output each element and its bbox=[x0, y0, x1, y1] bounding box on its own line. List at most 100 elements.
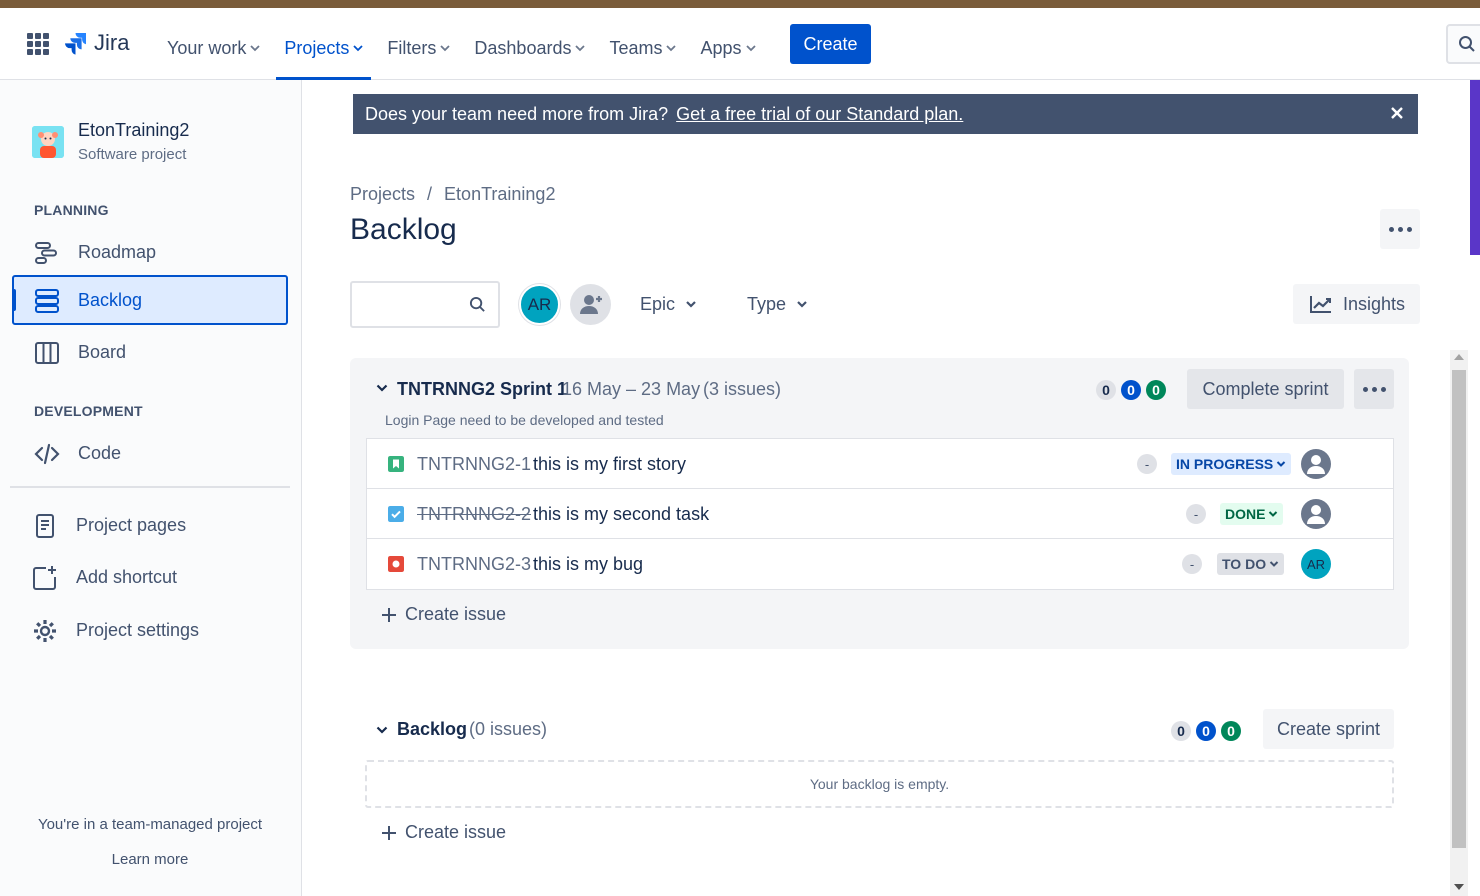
done-count-badge: 0 bbox=[1221, 721, 1241, 741]
issue-row[interactable]: TNTRNNG2-3 this is my bug - TO DO AR bbox=[367, 539, 1393, 589]
backlog-scrollbar-thumb[interactable] bbox=[1452, 370, 1466, 848]
status-label: TO DO bbox=[1222, 556, 1267, 572]
empty-backlog-dropzone: Your backlog is empty. bbox=[365, 760, 1394, 808]
issue-row[interactable]: TNTRNNG2-2 this is my second task - DONE bbox=[367, 489, 1393, 539]
backlog-issue-count: (0 issues) bbox=[469, 719, 548, 739]
sidebar-item-board[interactable]: Board bbox=[12, 327, 288, 377]
sidebar-item-label: Backlog bbox=[78, 289, 143, 310]
issue-key[interactable]: TNTRNNG2-3 bbox=[417, 554, 531, 575]
sidebar-divider bbox=[10, 486, 290, 488]
sprint-name[interactable]: TNTRNNG2 Sprint 1 bbox=[397, 379, 567, 400]
chevron-down-icon bbox=[686, 301, 696, 308]
sprint-status-badges: 0 0 0 bbox=[1096, 380, 1166, 400]
create-issue-label: Create issue bbox=[405, 604, 507, 624]
sprint-more-button[interactable] bbox=[1354, 369, 1394, 409]
scroll-down-arrow-icon[interactable] bbox=[1454, 884, 1464, 890]
collapse-chevron-icon[interactable] bbox=[376, 382, 388, 394]
nav-apps[interactable]: Apps bbox=[688, 16, 767, 80]
sidebar-item-project-settings[interactable]: Project settings bbox=[12, 605, 288, 655]
page-scrollbar-thumb[interactable] bbox=[1470, 80, 1480, 255]
insights-chart-icon bbox=[1310, 296, 1331, 313]
nav-label: Teams bbox=[609, 37, 663, 58]
backlog-name: Backlog bbox=[397, 719, 468, 739]
unassigned-avatar[interactable] bbox=[1301, 499, 1331, 529]
sidebar-item-add-shortcut[interactable]: Add shortcut bbox=[12, 552, 288, 602]
breadcrumb-projects[interactable]: Projects bbox=[350, 184, 415, 205]
project-avatar[interactable] bbox=[32, 126, 64, 158]
create-sprint-button[interactable]: Create sprint bbox=[1263, 709, 1394, 749]
sidebar-item-backlog[interactable]: Backlog bbox=[12, 275, 288, 325]
create-button[interactable]: Create bbox=[790, 24, 871, 64]
issue-key[interactable]: TNTRNNG2-1 bbox=[417, 454, 531, 475]
sidebar-item-label: Code bbox=[78, 442, 122, 463]
story-points[interactable]: - bbox=[1182, 554, 1202, 574]
nav-dashboards[interactable]: Dashboards bbox=[462, 16, 597, 80]
sidebar-item-code[interactable]: Code bbox=[12, 428, 288, 478]
nav-label: Apps bbox=[700, 37, 742, 58]
banner-text: Does your team need more from Jira? bbox=[365, 103, 669, 124]
status-dropdown[interactable]: DONE bbox=[1220, 503, 1284, 525]
close-icon[interactable] bbox=[1388, 104, 1406, 122]
unassigned-avatar[interactable] bbox=[1301, 449, 1331, 479]
sidebar-item-label: Board bbox=[78, 341, 127, 362]
jira-logo[interactable]: Jira bbox=[64, 30, 129, 56]
insights-button[interactable]: Insights bbox=[1293, 284, 1420, 324]
inprogress-count-badge: 0 bbox=[1196, 721, 1216, 741]
chevron-down-icon bbox=[353, 45, 364, 52]
type-filter-label: Type bbox=[747, 293, 787, 314]
chevron-down-icon bbox=[575, 45, 586, 52]
nav-teams[interactable]: Teams bbox=[597, 16, 688, 80]
create-issue-button[interactable]: Create issue bbox=[381, 604, 506, 625]
top-navigation: Jira Your work Projects Filters Dashboar… bbox=[0, 8, 1480, 80]
sidebar-item-label: Add shortcut bbox=[76, 566, 178, 587]
development-section-title: DEVELOPMENT bbox=[34, 403, 143, 419]
story-points[interactable]: - bbox=[1186, 504, 1206, 524]
sidebar-item-roadmap[interactable]: Roadmap bbox=[12, 227, 288, 277]
board-icon bbox=[35, 342, 59, 364]
chevron-down-icon bbox=[250, 45, 261, 52]
done-count-badge: 0 bbox=[1146, 380, 1166, 400]
person-icon bbox=[1307, 505, 1325, 524]
issue-key[interactable]: TNTRNNG2-2 bbox=[417, 504, 531, 525]
project-avatar-image bbox=[32, 126, 64, 158]
backlog-search-input[interactable] bbox=[352, 283, 462, 326]
nav-filters[interactable]: Filters bbox=[375, 16, 462, 80]
nav-label: Filters bbox=[387, 37, 437, 58]
add-shortcut-icon bbox=[33, 566, 56, 590]
story-points[interactable]: - bbox=[1137, 454, 1157, 474]
collapse-chevron-icon[interactable] bbox=[376, 724, 388, 736]
learn-more-link[interactable]: Learn more bbox=[0, 851, 300, 868]
type-filter[interactable]: Type bbox=[737, 282, 818, 326]
breadcrumb-project[interactable]: EtonTraining2 bbox=[444, 184, 555, 205]
global-search[interactable] bbox=[1446, 24, 1480, 64]
more-actions-button[interactable] bbox=[1380, 209, 1420, 249]
nav-projects[interactable]: Projects bbox=[272, 16, 375, 80]
jira-logo-text: Jira bbox=[94, 30, 130, 55]
jira-logo-icon bbox=[65, 33, 86, 55]
banner-trial-link[interactable]: Get a free trial of our Standard plan. bbox=[676, 104, 963, 125]
team-managed-note: You're in a team-managed project bbox=[37, 816, 263, 833]
nav-label: Dashboards bbox=[474, 37, 572, 58]
assignee-avatar[interactable]: AR bbox=[1301, 549, 1331, 579]
chevron-down-icon bbox=[1277, 461, 1286, 467]
add-person-icon bbox=[579, 294, 602, 314]
planning-section-title: PLANNING bbox=[34, 202, 109, 218]
status-dropdown[interactable]: TO DO bbox=[1217, 553, 1285, 575]
nav-your-work[interactable]: Your work bbox=[155, 16, 272, 80]
add-people-button[interactable] bbox=[570, 284, 611, 325]
status-dropdown[interactable]: IN PROGRESS bbox=[1171, 453, 1292, 475]
breadcrumb: Projects / EtonTraining2 bbox=[350, 184, 555, 205]
app-switcher-icon[interactable] bbox=[27, 33, 49, 55]
issue-row[interactable]: TNTRNNG2-1 this is my first story - IN P… bbox=[367, 439, 1393, 489]
scroll-up-arrow-icon[interactable] bbox=[1454, 354, 1464, 360]
issue-summary: this is my first story bbox=[533, 454, 687, 474]
epic-filter[interactable]: Epic bbox=[630, 282, 707, 326]
backlog-search[interactable] bbox=[350, 281, 500, 328]
complete-sprint-button[interactable]: Complete sprint bbox=[1187, 369, 1344, 409]
assignee-filter-avatar[interactable]: AR bbox=[519, 284, 560, 325]
sidebar-item-project-pages[interactable]: Project pages bbox=[12, 500, 288, 550]
create-issue-button[interactable]: Create issue bbox=[381, 822, 506, 843]
sprint-issue-count: (3 issues) bbox=[703, 379, 782, 399]
issue-summary: this is my second task bbox=[533, 504, 710, 524]
story-type-icon bbox=[388, 456, 404, 472]
